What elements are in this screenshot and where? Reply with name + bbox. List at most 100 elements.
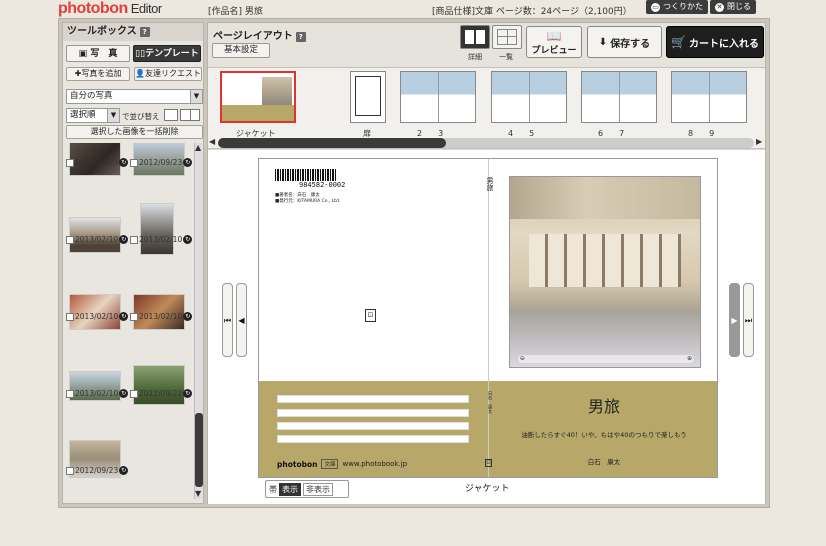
list-item[interactable]: 2012/09/23 ↻ xyxy=(66,406,129,478)
photo-thumb[interactable] xyxy=(133,365,185,405)
photo-source-select[interactable]: 自分の写真 ▼ xyxy=(66,89,203,104)
photo-list: 2012/09/23 ↻ 2012/09/23 ↻ 2013/02/10 ↻ 2013… xyxy=(66,143,194,501)
edit-canvas: ⏮ ◀ ▶ ⏭ 984582-0002 ■著者名：白石 康太 ■発行元：KITA… xyxy=(208,150,765,504)
sort-value: 選択順 xyxy=(70,110,96,120)
last-page-button[interactable]: ⏭ xyxy=(743,283,754,357)
photo-date: 2012/09/23 ↻ xyxy=(130,158,193,167)
view-detail-label: 詳細 xyxy=(468,53,482,61)
rotate-icon[interactable]: ↻ xyxy=(183,158,193,167)
thumb-page-6-7[interactable] xyxy=(581,71,657,123)
list-item[interactable]: 2012/09/23 ↻ xyxy=(66,143,129,176)
scroll-right-icon[interactable]: ▶ xyxy=(756,137,762,146)
thumbnail-scrollbar[interactable] xyxy=(218,138,754,148)
thumb-title-page[interactable] xyxy=(350,71,386,123)
photo-checkbox[interactable] xyxy=(130,235,138,244)
tab-template[interactable]: ▯▯テンプレート xyxy=(133,45,201,62)
view-list-button[interactable] xyxy=(492,25,522,49)
rotate-icon[interactable]: ↻ xyxy=(119,389,129,398)
thumb-page-2-3[interactable] xyxy=(400,71,476,123)
sort-select[interactable]: 選択順 ▼ xyxy=(66,108,120,123)
view-detail-button[interactable] xyxy=(460,25,490,49)
help-icon[interactable]: ? xyxy=(295,32,306,42)
text-placeholder[interactable] xyxy=(277,435,469,443)
publisher-brand: photobon xyxy=(277,459,318,469)
text-placeholder[interactable] xyxy=(277,409,469,417)
add-to-cart-button[interactable]: 🛒 カートに入れる xyxy=(666,26,764,58)
list-item[interactable]: 2013/02/10 ↻ xyxy=(66,329,129,401)
add-photo-button[interactable]: ✚写真を追加 xyxy=(66,67,130,81)
scroll-thumb[interactable] xyxy=(218,138,446,148)
list-item[interactable]: 2013/02/10 ↻ xyxy=(130,252,193,330)
monitor-icon: ▭ xyxy=(651,2,660,12)
rotate-icon[interactable]: ↻ xyxy=(183,312,193,321)
thumb-page-8-9[interactable] xyxy=(671,71,747,123)
jacket-spread[interactable]: 984582-0002 ■著者名：白石 康太 ■発行元：KITAMURA Co.… xyxy=(258,158,718,478)
cover-author[interactable]: 白石 康太 xyxy=(491,456,717,466)
scroll-down-icon[interactable]: ▼ xyxy=(195,489,201,498)
rotate-icon[interactable]: ↻ xyxy=(183,389,193,398)
publisher-tag: 文庫 xyxy=(321,459,339,469)
page-icon[interactable]: ⊡ xyxy=(365,309,376,322)
isbn-text: 984582-0002 xyxy=(299,181,346,189)
save-button[interactable]: ⬇ 保存する xyxy=(587,26,662,58)
list-item[interactable]: 2012/09/23 ↻ xyxy=(130,143,193,176)
thumb-jacket[interactable] xyxy=(220,71,296,123)
friend-request-button[interactable]: 👤友達リクエスト xyxy=(134,67,202,81)
list-item[interactable]: 2013/02/10 ↻ xyxy=(66,252,129,330)
rotate-icon[interactable]: ↻ xyxy=(119,466,129,475)
text-placeholder[interactable] xyxy=(277,422,469,430)
photo-list-scrollbar[interactable]: ▲ ▼ xyxy=(194,143,203,499)
photo-checkbox[interactable] xyxy=(130,158,138,167)
logo-text: photobon xyxy=(58,0,128,17)
thumb-gutter xyxy=(619,72,620,122)
photo-checkbox[interactable] xyxy=(66,389,74,398)
photo-source-value: 自分の写真 xyxy=(70,91,113,101)
toolbox-title: ツールボックス xyxy=(67,26,137,37)
delete-selected-button[interactable]: 選択した画像を一括削除 xyxy=(66,125,203,139)
list-item[interactable]: 2012/09/22 ↻ xyxy=(130,329,193,405)
rotate-icon[interactable]: ↻ xyxy=(119,312,129,321)
rotate-icon[interactable]: ↻ xyxy=(183,235,193,244)
page-layout-panel: ページレイアウト? 基本設定 詳細 一覧 📖 プレビュー ⬇ 保存する 🛒 カートに入… xyxy=(207,22,766,504)
scroll-left-icon[interactable]: ◀ xyxy=(209,137,215,146)
howto-button[interactable]: ▭ つくりかた xyxy=(646,0,708,14)
photo-thumb[interactable] xyxy=(140,203,174,255)
preview-button[interactable]: 📖 プレビュー xyxy=(526,26,582,58)
rotate-icon[interactable]: ↻ xyxy=(119,158,129,167)
spine-title: 男旅 xyxy=(486,177,494,191)
photo-date-text: 2013/02/10 xyxy=(139,235,183,244)
obi-show-button[interactable]: 表示 xyxy=(279,482,301,496)
tab-photo[interactable]: ▣ 写 真 xyxy=(66,45,130,62)
list-item[interactable]: 2013/02/10 ↻ xyxy=(130,175,193,255)
next-page-button[interactable]: ▶ xyxy=(729,283,740,357)
first-page-button[interactable]: ⏮ xyxy=(222,283,233,357)
cart-label: カートに入れる xyxy=(688,38,759,50)
text-placeholder[interactable] xyxy=(277,395,469,403)
photo-checkbox[interactable] xyxy=(130,312,138,321)
scroll-up-icon[interactable]: ▲ xyxy=(195,143,201,152)
list-item[interactable]: 2013/02/10 ↻ xyxy=(66,175,129,253)
cover-title[interactable]: 男旅 xyxy=(491,393,717,417)
photo-checkbox[interactable] xyxy=(66,235,74,244)
help-icon[interactable]: ? xyxy=(139,27,150,37)
howto-label: つくりかた xyxy=(663,2,703,11)
photo-checkbox[interactable] xyxy=(66,158,74,167)
thumb-page-4-5[interactable] xyxy=(491,71,567,123)
photo-date-text: 2013/02/10 xyxy=(139,312,183,321)
photo-zoom-slider[interactable]: ⊖ ⊕ xyxy=(518,355,694,363)
obi-hide-button[interactable]: 非表示 xyxy=(303,482,333,496)
photo-date-text: 2012/09/22 xyxy=(139,389,183,398)
scroll-thumb[interactable] xyxy=(195,413,203,487)
photo-checkbox[interactable] xyxy=(66,466,74,475)
rotate-icon[interactable]: ↻ xyxy=(119,235,129,244)
prev-page-button[interactable]: ◀ xyxy=(236,283,247,357)
double-view-icon[interactable] xyxy=(180,109,200,121)
photo-checkbox[interactable] xyxy=(130,389,138,398)
cover-photo[interactable]: ⊖ ⊕ xyxy=(509,176,701,368)
photo-date-text: 2013/02/10 xyxy=(75,389,119,398)
basic-settings-button[interactable]: 基本設定 xyxy=(212,43,270,58)
single-view-icon[interactable] xyxy=(164,109,178,121)
cover-subtitle[interactable]: 油断したらすぐ40！いや、もはや40のつもりで楽しもう xyxy=(491,429,717,439)
close-button[interactable]: ✕ 閉じる xyxy=(710,0,756,14)
photo-checkbox[interactable] xyxy=(66,312,74,321)
